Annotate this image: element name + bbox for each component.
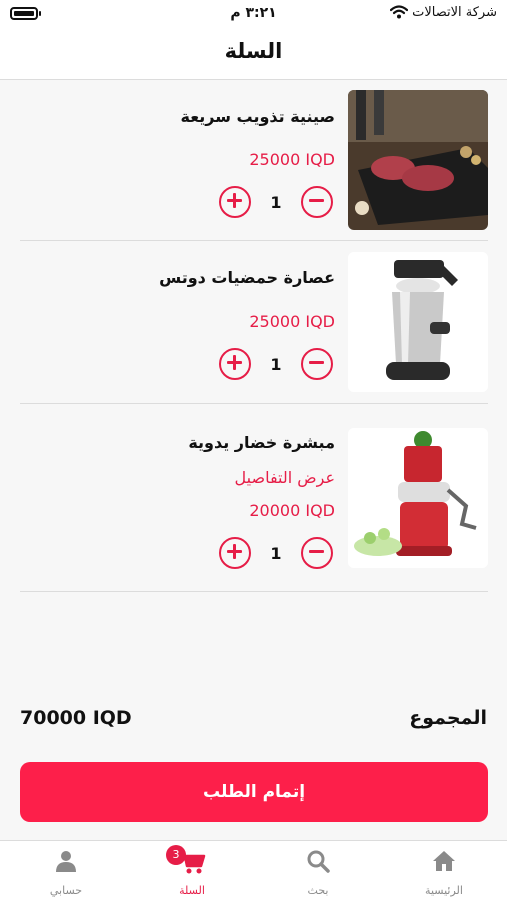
vegetable-grater-photo [348,428,488,568]
cart-item: مبشرة خضار يدوية عرض التفاصيل 20000 IQD … [20,404,488,592]
cart-item: عصارة حمضيات دوتس 25000 IQD 1 [20,241,488,404]
tab-search-label: بحث [307,884,329,897]
tab-account-label: حسابي [49,884,83,897]
product-price: 25000 IQD [249,312,335,331]
increase-quantity-button[interactable] [219,186,251,218]
product-name: مبشرة خضار يدوية [188,433,335,452]
decrease-quantity-button[interactable] [301,348,333,380]
page-title: السلة [224,39,283,63]
product-image[interactable] [348,252,488,392]
checkout-button[interactable]: إتمام الطلب [20,762,488,822]
product-name: صينية تذويب سريعة [180,107,335,126]
meat-tray-photo [348,90,488,230]
cart-count-badge: 3 [166,845,186,865]
status-bar: ٣:٢١ م شركة الاتصالات [0,0,507,30]
home-icon [433,851,455,871]
wifi-icon [390,5,408,19]
total-value: 70000 IQD [20,707,132,729]
quantity-value: 1 [270,193,282,212]
quantity-value: 1 [270,355,282,374]
product-image[interactable] [348,428,488,568]
decrease-quantity-button[interactable] [301,186,333,218]
quantity-value: 1 [270,544,282,563]
tab-home-label: الرئيسية [425,884,463,897]
citrus-juicer-photo [348,252,488,392]
cart-item: صينية تذويب سريعة 25000 IQD 1 [20,80,488,241]
carrier-name: شركة الاتصالات [412,5,497,20]
tab-bar: الرئيسية بحث 3 السلة حسابي [0,840,507,900]
total-label: المجموع [409,707,487,729]
search-icon [307,850,330,873]
increase-quantity-button[interactable] [219,348,251,380]
view-details-link[interactable]: عرض التفاصيل [235,468,335,487]
product-price: 25000 IQD [249,150,335,169]
tab-account[interactable]: حسابي [3,841,129,900]
tab-cart-label: السلة [179,884,205,897]
product-price: 20000 IQD [249,501,335,520]
increase-quantity-button[interactable] [219,537,251,569]
user-icon [56,851,76,872]
product-image[interactable] [348,90,488,230]
page-header: السلة [0,30,507,80]
tab-home[interactable]: الرئيسية [381,841,507,900]
tab-search[interactable]: بحث [255,841,381,900]
tab-cart[interactable]: 3 السلة [129,841,255,900]
product-name: عصارة حمضيات دوتس [159,268,335,287]
decrease-quantity-button[interactable] [301,537,333,569]
